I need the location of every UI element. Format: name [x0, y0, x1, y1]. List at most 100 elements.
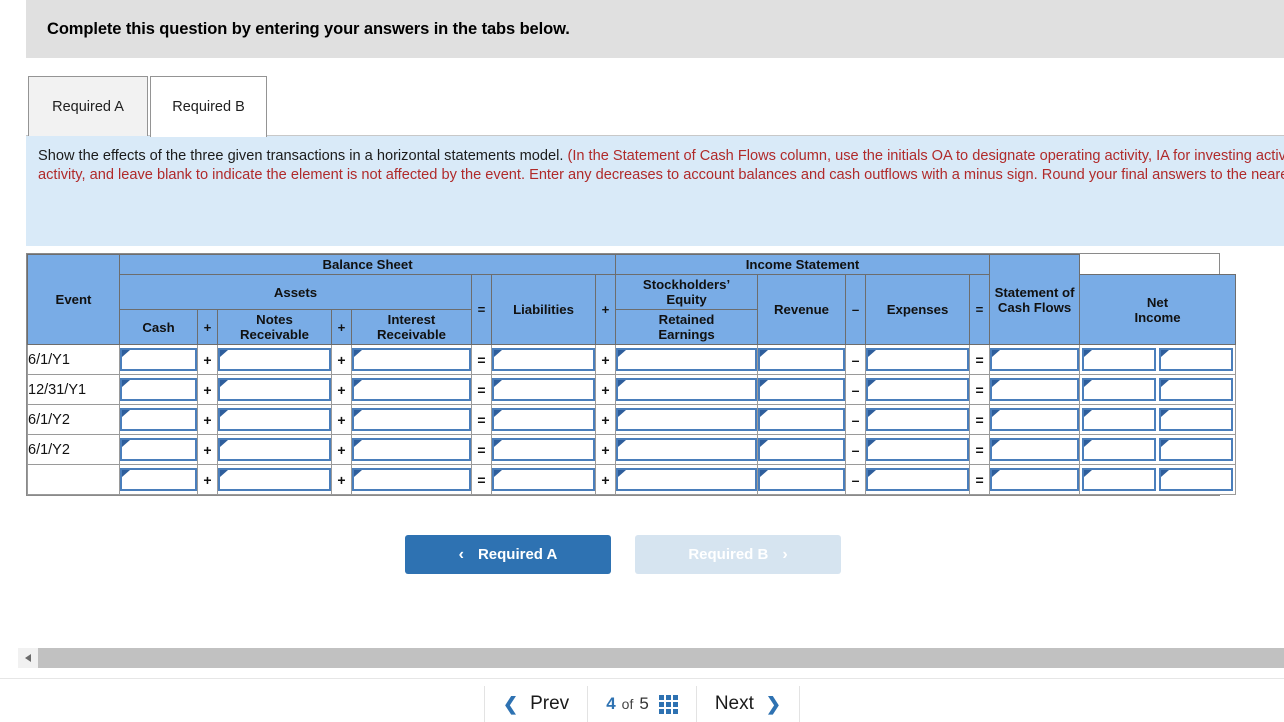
- grid-icon[interactable]: [658, 694, 678, 714]
- instructions-panel: Show the effects of the three given tran…: [26, 136, 1284, 246]
- chevron-left-icon: ‹: [458, 545, 464, 563]
- cash-flow-activity-input[interactable]: [1161, 350, 1232, 369]
- cash-flow-activity-input[interactable]: [1161, 440, 1232, 459]
- page-counter: 4 of 5: [606, 694, 649, 714]
- cash-flow-activity-input[interactable]: [1161, 410, 1232, 429]
- required-a-button[interactable]: ‹ Required A: [405, 535, 611, 574]
- cash-flow-amount-input[interactable]: [1084, 410, 1155, 429]
- cell-interest-receivable-box: [352, 348, 471, 371]
- cell-liabilities-input[interactable]: [494, 380, 593, 399]
- cash-flow-amount-input[interactable]: [1084, 380, 1155, 399]
- op-equals-bs: =: [471, 344, 492, 375]
- cell-revenue: [757, 374, 847, 405]
- cell-cash-input[interactable]: [122, 470, 195, 489]
- cell-liabilities-input[interactable]: [494, 470, 593, 489]
- cell-cash-input[interactable]: [122, 380, 195, 399]
- cell-interest-receivable: [351, 344, 472, 375]
- cell-revenue-input[interactable]: [760, 470, 844, 489]
- cell-retained-earnings-input[interactable]: [618, 470, 756, 489]
- cash-flow-activity-box: [1159, 348, 1234, 371]
- header-op-plus-1: +: [197, 309, 218, 345]
- cell-retained-earnings-input[interactable]: [618, 440, 756, 459]
- cell-liabilities-input[interactable]: [494, 410, 593, 429]
- next-button[interactable]: Next ❯: [715, 693, 781, 715]
- cell-interest-receivable-input[interactable]: [354, 350, 469, 369]
- cell-event: 6/1/Y2: [27, 404, 120, 435]
- cell-cash-input[interactable]: [122, 350, 195, 369]
- cash-flow-inputs: [1080, 346, 1235, 373]
- cell-revenue-box: [758, 378, 846, 401]
- cell-liabilities: [491, 374, 596, 405]
- cell-retained-earnings-input[interactable]: [618, 410, 756, 429]
- cash-flow-amount-input[interactable]: [1084, 350, 1155, 369]
- pager-prev-cell[interactable]: ❮ Prev: [484, 686, 587, 722]
- cell-interest-receivable: [351, 374, 472, 405]
- cell-interest-receivable: [351, 464, 472, 495]
- scroll-left-button[interactable]: [18, 648, 38, 668]
- op-minus: –: [845, 374, 867, 405]
- cell-net-income-input[interactable]: [992, 350, 1078, 369]
- cell-notes-receivable-input[interactable]: [220, 440, 329, 459]
- cell-net-income-input[interactable]: [992, 380, 1078, 399]
- cell-expenses-input[interactable]: [868, 380, 968, 399]
- cell-liabilities-input[interactable]: [494, 440, 593, 459]
- cash-flow-activity-input[interactable]: [1161, 470, 1232, 489]
- cash-flow-amount-input[interactable]: [1084, 470, 1155, 489]
- scrollbar-track[interactable]: [38, 648, 1284, 668]
- cash-flow-amount-input[interactable]: [1084, 440, 1155, 459]
- required-b-button-label: Required B: [688, 546, 769, 563]
- cash-flow-inputs: [1080, 466, 1235, 493]
- cell-event: 6/1/Y2: [27, 434, 120, 465]
- cell-revenue-input[interactable]: [760, 350, 844, 369]
- cell-notes-receivable-input[interactable]: [220, 350, 329, 369]
- cell-expenses-input[interactable]: [868, 350, 968, 369]
- cell-interest-receivable-box: [352, 438, 471, 461]
- cell-net-income-box: [990, 348, 1080, 371]
- prev-button[interactable]: ❮ Prev: [503, 693, 569, 715]
- cell-expenses: [865, 374, 971, 405]
- cell-revenue-input[interactable]: [760, 380, 844, 399]
- required-b-button[interactable]: Required B ›: [635, 535, 841, 574]
- cell-notes-receivable-input[interactable]: [220, 380, 329, 399]
- cell-net-income-input[interactable]: [992, 470, 1078, 489]
- cell-notes-receivable-input[interactable]: [220, 470, 329, 489]
- cell-net-income: [989, 374, 1081, 405]
- cell-cash: [119, 404, 198, 435]
- cell-cash-box: [120, 408, 197, 431]
- cell-expenses-input[interactable]: [868, 410, 968, 429]
- cash-flow-activity-input[interactable]: [1161, 380, 1232, 399]
- cell-net-income-input[interactable]: [992, 440, 1078, 459]
- scrollbar-thumb[interactable]: [38, 648, 1284, 668]
- cell-retained-earnings-box: [616, 348, 758, 371]
- cell-retained-earnings: [615, 374, 759, 405]
- cell-revenue-input[interactable]: [760, 440, 844, 459]
- cell-cash-box: [120, 468, 197, 491]
- cell-cash-input[interactable]: [122, 440, 195, 459]
- cell-expenses-input[interactable]: [868, 470, 968, 489]
- cell-retained-earnings-input[interactable]: [618, 350, 756, 369]
- cell-net-income-input[interactable]: [992, 410, 1078, 429]
- cell-cash-box: [120, 378, 197, 401]
- tab-strip: Required A Required B: [26, 58, 1284, 137]
- cell-retained-earnings-input[interactable]: [618, 380, 756, 399]
- header-expenses: Expenses: [865, 274, 971, 345]
- cell-notes-receivable-input[interactable]: [220, 410, 329, 429]
- horizontal-scrollbar[interactable]: [18, 648, 1284, 668]
- op-equals-bs: =: [471, 374, 492, 405]
- cell-cash-box: [120, 438, 197, 461]
- cell-revenue-input[interactable]: [760, 410, 844, 429]
- cell-statement-of-cash-flows: [1079, 464, 1237, 495]
- cell-interest-receivable-input[interactable]: [354, 440, 469, 459]
- table-row: 6/1/Y2 + + = + – =: [27, 434, 1237, 465]
- cell-liabilities-input[interactable]: [494, 350, 593, 369]
- cell-interest-receivable-input[interactable]: [354, 380, 469, 399]
- cell-expenses-input[interactable]: [868, 440, 968, 459]
- tab-required-b[interactable]: Required B: [150, 76, 267, 137]
- pager-next-cell[interactable]: Next ❯: [695, 686, 800, 722]
- tab-required-a[interactable]: Required A: [28, 76, 148, 136]
- cell-interest-receivable-input[interactable]: [354, 470, 469, 489]
- cell-interest-receivable: [351, 404, 472, 435]
- cell-interest-receivable-input[interactable]: [354, 410, 469, 429]
- cell-statement-of-cash-flows: [1079, 434, 1237, 465]
- cell-cash-input[interactable]: [122, 410, 195, 429]
